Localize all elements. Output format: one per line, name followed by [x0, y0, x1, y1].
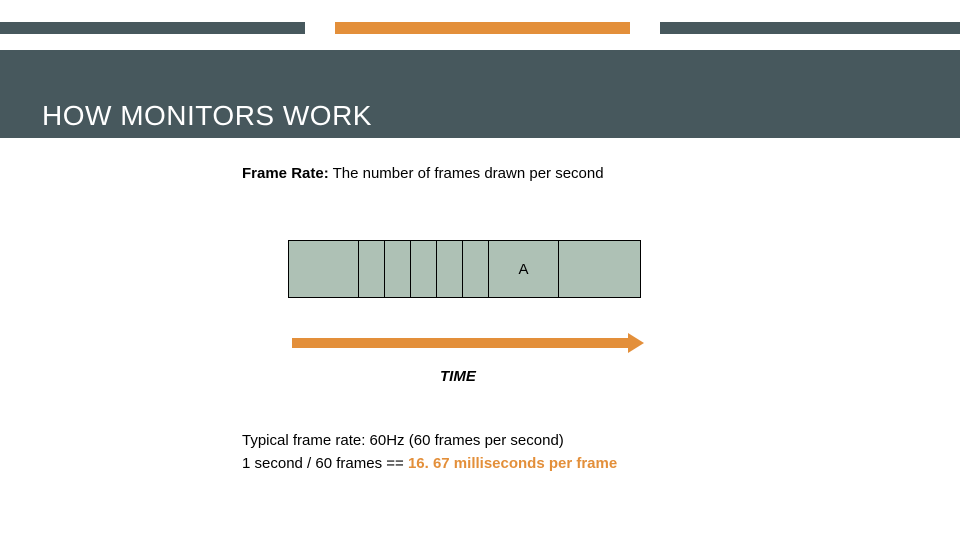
time-axis-label: TIME — [440, 368, 476, 385]
definition-label: Frame Rate: — [242, 165, 329, 182]
page-title: HOW MONITORS WORK — [42, 100, 372, 132]
timeline-slot — [359, 241, 385, 297]
timeline-slot — [463, 241, 489, 297]
timeline-slot — [411, 241, 437, 297]
typical-frame-rate-text: Typical frame rate: 60Hz (60 frames per … — [242, 430, 617, 475]
timeline-slot — [385, 241, 411, 297]
arrow-head-icon — [628, 333, 644, 353]
typical-line1: Typical frame rate: 60Hz (60 frames per … — [242, 430, 617, 453]
typical-line2-highlight: 16. 67 milliseconds per frame — [408, 455, 617, 472]
bar-segment — [0, 22, 305, 34]
timeline-slot — [289, 241, 359, 297]
timeline-diagram: A — [288, 240, 641, 298]
bar-segment — [660, 22, 960, 34]
title-band: HOW MONITORS WORK — [0, 50, 960, 138]
timeline-slot — [559, 241, 629, 297]
timeline-slot-a: A — [489, 241, 559, 297]
decorative-top-bars — [0, 22, 960, 34]
timeline-slot — [437, 241, 463, 297]
time-arrow — [292, 336, 644, 350]
definition-line: Frame Rate: The number of frames drawn p… — [242, 165, 604, 182]
definition-text: The number of frames drawn per second — [333, 165, 604, 182]
arrow-shaft — [292, 338, 628, 348]
bar-gap — [305, 22, 335, 34]
typical-line2: 1 second / 60 frames == 16. 67 milliseco… — [242, 453, 617, 476]
typical-line2-prefix: 1 second / 60 frames == — [242, 455, 408, 472]
bar-segment — [335, 22, 630, 34]
bar-gap — [630, 22, 660, 34]
